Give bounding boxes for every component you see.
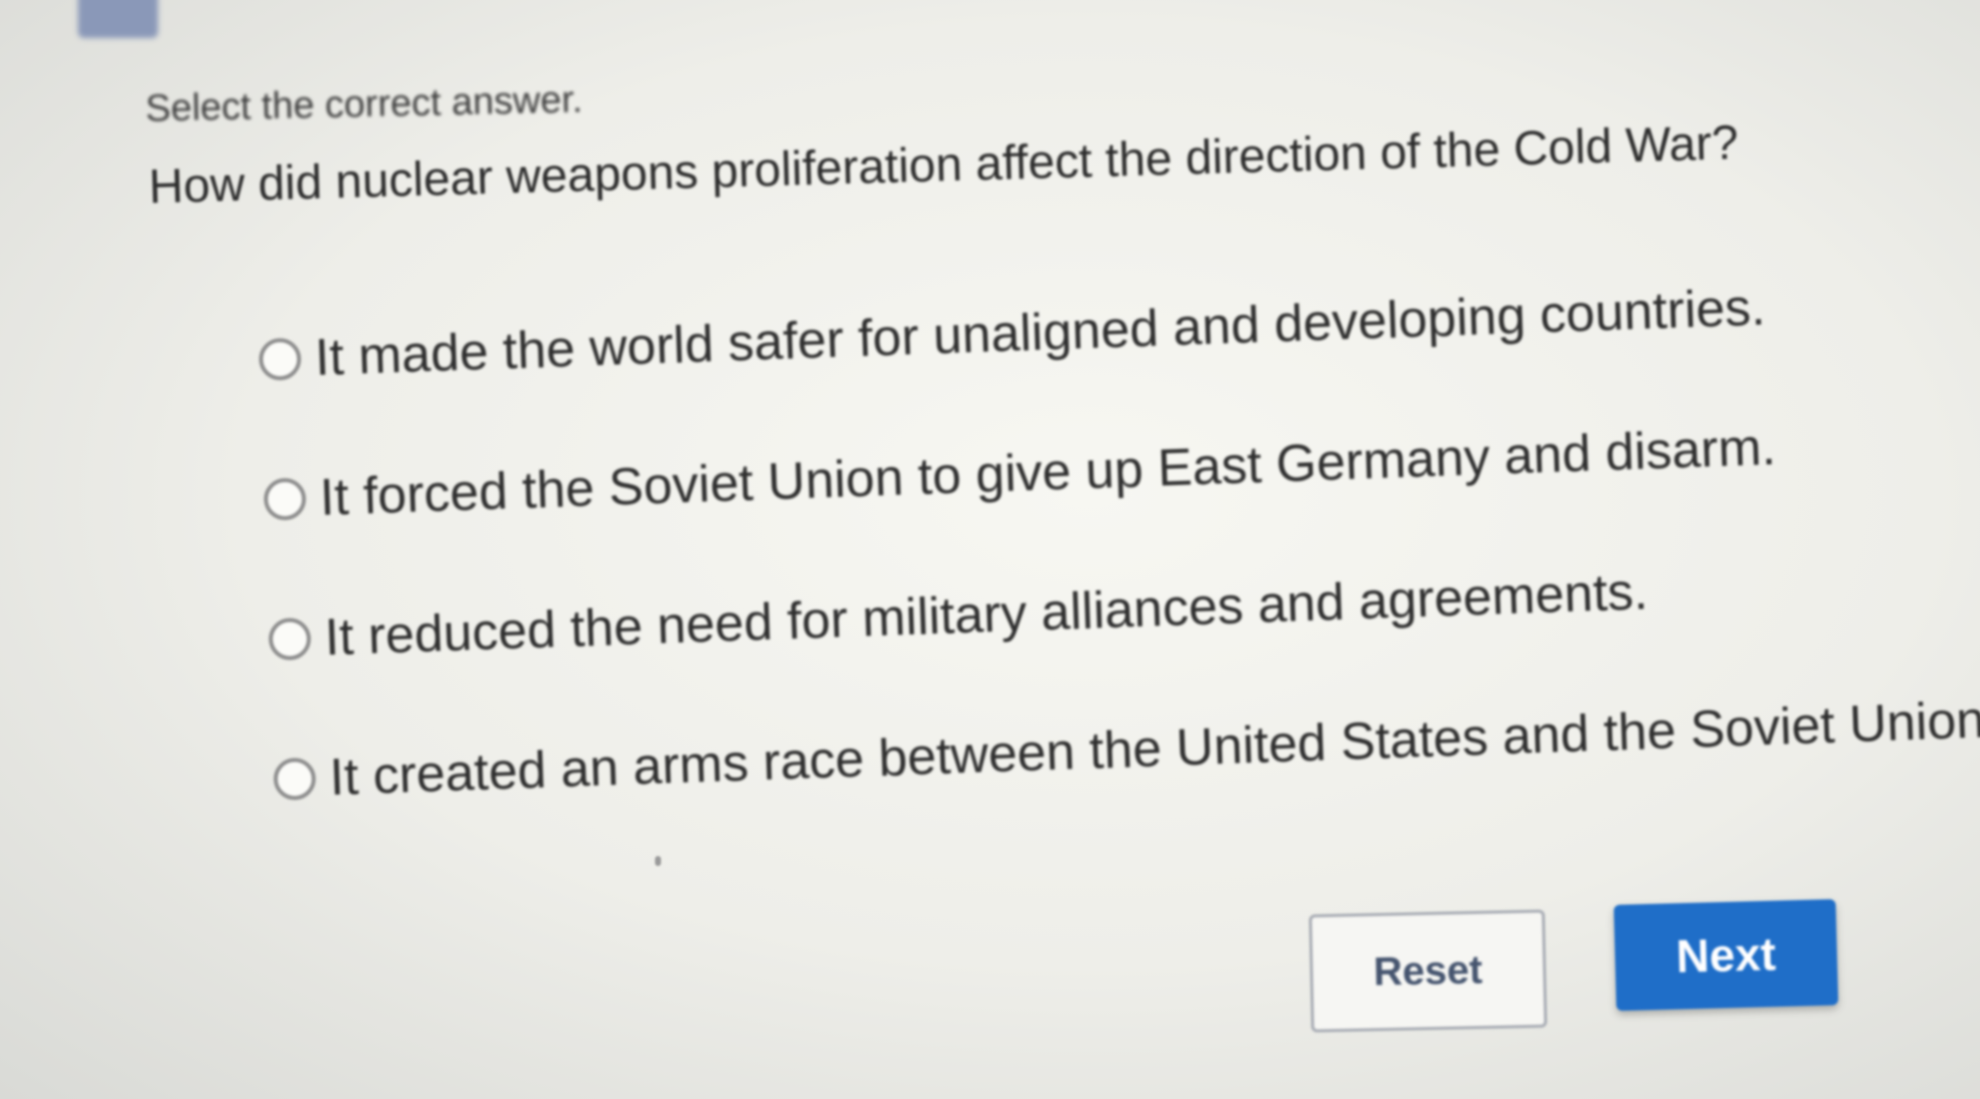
answer-option-4[interactable]: It created an arms race between the Unit… (272, 689, 1980, 809)
answer-option-label: It created an arms race between the Unit… (328, 690, 1980, 807)
quiz-screen: Select the correct answer. How did nucle… (0, 0, 1980, 1099)
answer-option-3[interactable]: It reduced the need for military allianc… (268, 562, 1649, 670)
radio-button-icon[interactable] (258, 337, 302, 381)
cursor-mark (655, 856, 661, 866)
question-text: How did nuclear weapons proliferation af… (148, 116, 1740, 214)
answer-option-label: It reduced the need for military allianc… (323, 562, 1649, 667)
next-button[interactable]: Next (1613, 899, 1839, 1011)
answer-options: It made the world safer for unaligned an… (258, 274, 1980, 850)
answer-option-label: It forced the Soviet Union to give up Ea… (318, 418, 1777, 527)
reset-button[interactable]: Reset (1308, 909, 1548, 1033)
radio-button-icon[interactable] (263, 477, 307, 521)
radio-button-icon[interactable] (268, 617, 312, 661)
top-tab-marker (78, 0, 158, 38)
radio-button-icon[interactable] (272, 757, 317, 801)
answer-option-2[interactable]: It forced the Soviet Union to give up Ea… (263, 417, 1777, 530)
instruction-text: Select the correct answer. (145, 78, 584, 130)
answer-option-1[interactable]: It made the world safer for unaligned an… (258, 277, 1766, 390)
answer-option-label: It made the world safer for unaligned an… (314, 278, 1767, 388)
